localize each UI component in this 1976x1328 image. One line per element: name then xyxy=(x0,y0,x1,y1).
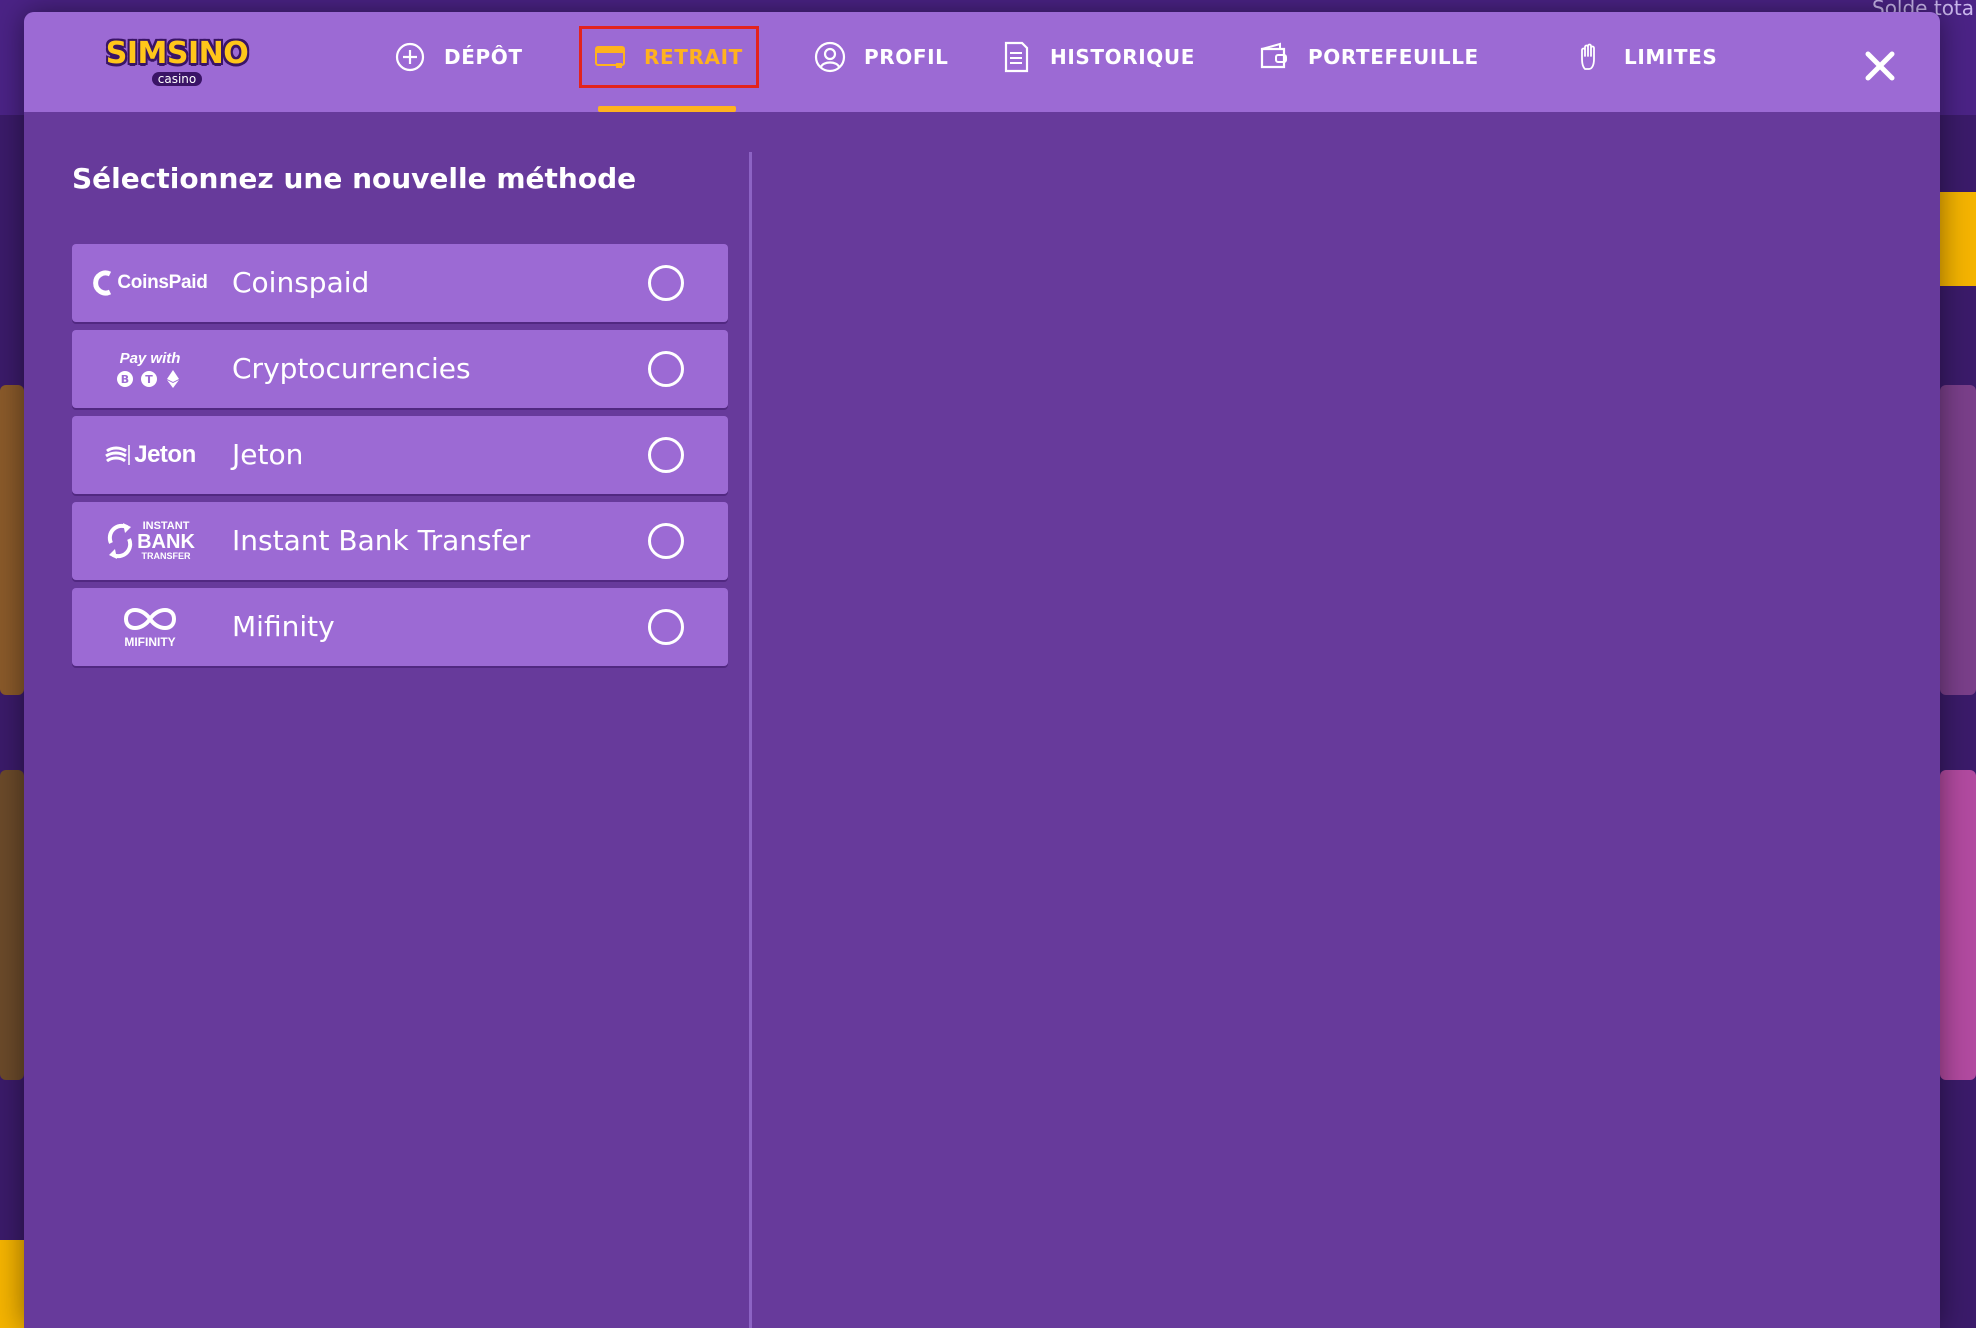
mifinity-wordmark: MIFINITY xyxy=(124,635,176,649)
method-radio[interactable] xyxy=(648,609,684,645)
method-item-mifinity[interactable]: MIFINITY Mifinity xyxy=(72,588,728,666)
instant-bank-transfer-logo: INSTANT BANK TRANSFER xyxy=(90,511,210,571)
instant-bank-transfer-wordmark: INSTANT BANK TRANSFER xyxy=(137,521,195,561)
tab-label: RETRAIT xyxy=(644,45,743,69)
close-button[interactable] xyxy=(1860,46,1900,86)
coinspaid-wordmark: CoinsPaid xyxy=(117,272,208,293)
method-label: Coinspaid xyxy=(232,266,370,299)
background-right-strip xyxy=(1940,115,1976,1328)
tab-limites[interactable]: LIMITES xyxy=(1574,34,1717,80)
document-icon xyxy=(1000,41,1032,73)
background-yellow-banner xyxy=(0,1240,24,1328)
crypto-coins-icon: B T xyxy=(117,369,179,388)
coinspaid-c-icon xyxy=(93,270,112,296)
logo-wordmark: SIMSINO xyxy=(105,36,249,71)
modal-header: SIMSINO casino DÉPÔT RETRAIT PROFIL HIST… xyxy=(24,12,1940,112)
svg-text:T: T xyxy=(145,373,153,386)
jeton-mark-icon xyxy=(105,445,130,465)
logo-line-bank: BANK xyxy=(137,531,195,553)
method-label: Cryptocurrencies xyxy=(232,352,471,385)
card-icon xyxy=(594,41,626,73)
method-label: Instant Bank Transfer xyxy=(232,524,531,557)
method-item-cryptocurrencies[interactable]: Pay with B T Cryptocurrencies xyxy=(72,330,728,408)
pay-with-text: Pay with xyxy=(119,349,181,367)
tab-depot[interactable]: DÉPÔT xyxy=(394,34,523,80)
simsino-logo[interactable]: SIMSINO casino xyxy=(102,32,252,92)
method-label: Jeton xyxy=(232,438,304,471)
background-game-tile xyxy=(1940,770,1976,1080)
logo-line-transfer: TRANSFER xyxy=(141,551,191,561)
tab-historique[interactable]: HISTORIQUE xyxy=(1000,34,1195,80)
payment-method-list: CoinsPaid Coinspaid Pay with B T Cryptoc… xyxy=(72,244,728,674)
tab-profil[interactable]: PROFIL xyxy=(814,34,949,80)
tab-retrait[interactable]: RETRAIT xyxy=(594,34,743,80)
method-item-coinspaid[interactable]: CoinsPaid Coinspaid xyxy=(72,244,728,322)
coinspaid-logo: CoinsPaid xyxy=(90,253,210,313)
method-radio[interactable] xyxy=(648,437,684,473)
close-icon xyxy=(1865,51,1895,81)
section-title: Sélectionnez une nouvelle méthode xyxy=(72,162,637,195)
background-game-tile xyxy=(1940,385,1976,695)
jeton-logo: Jeton xyxy=(90,425,210,485)
svg-text:B: B xyxy=(121,373,129,386)
mifinity-logo: MIFINITY xyxy=(90,597,210,657)
method-radio[interactable] xyxy=(648,523,684,559)
panel-divider xyxy=(749,152,752,1328)
infinity-icon xyxy=(123,608,177,630)
plus-circle-icon xyxy=(394,41,426,73)
background-game-tile xyxy=(0,770,24,1080)
jeton-wordmark: Jeton xyxy=(134,441,196,468)
method-item-instant-bank-transfer[interactable]: INSTANT BANK TRANSFER Instant Bank Trans… xyxy=(72,502,728,580)
pay-with-crypto-logo: Pay with B T xyxy=(90,339,210,399)
transfer-arrows-icon xyxy=(107,523,133,559)
background-yellow-banner xyxy=(1940,192,1976,286)
method-radio[interactable] xyxy=(648,351,684,387)
active-tab-underline xyxy=(598,106,736,112)
background-left-strip xyxy=(0,115,24,1328)
tab-portefeuille[interactable]: PORTEFEUILLE xyxy=(1258,34,1479,80)
tab-label: LIMITES xyxy=(1624,45,1718,69)
tab-label: DÉPÔT xyxy=(444,45,523,69)
tab-label: PROFIL xyxy=(864,45,949,69)
user-circle-icon xyxy=(814,41,846,73)
tab-label: PORTEFEUILLE xyxy=(1308,45,1479,69)
logo-subtitle: casino xyxy=(152,72,202,86)
method-label: Mifinity xyxy=(232,610,335,643)
tab-label: HISTORIQUE xyxy=(1050,45,1195,69)
background-game-tile xyxy=(0,385,24,695)
withdraw-modal: SIMSINO casino DÉPÔT RETRAIT PROFIL HIST… xyxy=(24,12,1940,1328)
method-item-jeton[interactable]: Jeton Jeton xyxy=(72,416,728,494)
wallet-icon xyxy=(1258,41,1290,73)
hand-icon xyxy=(1574,41,1606,73)
method-radio[interactable] xyxy=(648,265,684,301)
